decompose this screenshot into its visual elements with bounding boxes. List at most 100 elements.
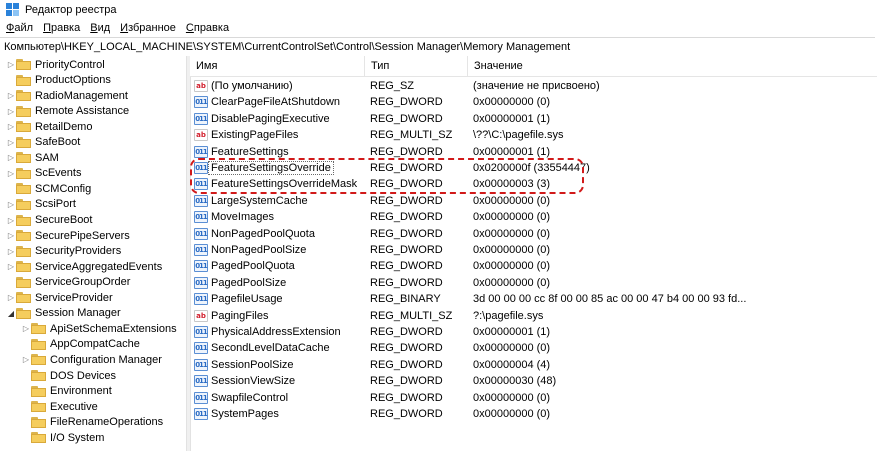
menu-item[interactable]: Избранное [120, 22, 176, 34]
value-row[interactable]: 011 SwapfileControl REG_DWORD 0x00000000 (0… [190, 390, 877, 406]
value-row[interactable]: 011 FeatureSettingsOverrideMask REG_DWORD 0… [190, 176, 877, 192]
tree-item[interactable]: ▷ ScsiPort [6, 197, 76, 212]
chevron-right-icon[interactable]: ▷ [6, 244, 16, 259]
value-row[interactable]: 011 PhysicalAddressExtension REG_DWORD 0x00… [190, 324, 877, 340]
address-path[interactable]: Компьютер\HKEY_LOCAL_MACHINE\SYSTEM\Curr… [4, 41, 570, 53]
value-row[interactable]: ab (По умолчанию) REG_SZ (значение не присв… [190, 78, 877, 94]
value-row[interactable]: 011 PagedPoolSize REG_DWORD 0x00000000 (0) [190, 275, 877, 291]
value-row[interactable]: 011 SessionViewSize REG_DWORD 0x00000030 (4… [190, 373, 877, 389]
value-row[interactable]: 011 ClearPageFileAtShutdown REG_DWORD 0x000… [190, 94, 877, 110]
chevron-right-icon[interactable]: ▷ [6, 150, 16, 165]
title-bar: Редактор реестра [0, 0, 877, 19]
value-row[interactable]: 011 FeatureSettingsOverride REG_DWORD 0x020… [190, 160, 877, 176]
value-row[interactable]: 011 FeatureSettings REG_DWORD 0x00000001 (1… [190, 144, 877, 160]
tree-item[interactable]: ▷ RetailDemo [6, 119, 93, 134]
expander-placeholder [6, 275, 16, 290]
tree-item-label: Session Manager [35, 307, 121, 320]
value-data: 0x00000001 (1) [473, 112, 551, 125]
expander-placeholder [21, 368, 31, 383]
value-row[interactable]: 011 DisablePagingExecutive REG_DWORD 0x0000… [190, 111, 877, 127]
value-name-cell: ab (По умолчанию) [194, 78, 293, 94]
value-row[interactable]: 011 MoveImages REG_DWORD 0x00000000 (0) [190, 209, 877, 225]
tree-item[interactable]: ServiceGroupOrder [6, 275, 130, 290]
value-row[interactable]: 011 LargeSystemCache REG_DWORD 0x00000000 (… [190, 193, 877, 209]
tree-item[interactable]: ▷ Remote Assistance [6, 104, 129, 119]
menu-item[interactable]: Справка [186, 22, 229, 34]
tree-item-label: ScsiPort [35, 198, 76, 211]
value-data: 0x00000000 (0) [473, 260, 551, 273]
value-row[interactable]: 011 SecondLevelDataCache REG_DWORD 0x000000… [190, 340, 877, 356]
binary-value-icon: 011 [194, 276, 208, 289]
tree-item[interactable]: ProductOptions [6, 73, 111, 88]
tree-item[interactable]: ▷ ApiSetSchemaExtensions [21, 321, 177, 336]
value-row[interactable]: ab PagingFiles REG_MULTI_SZ ?:\pagefile.sys [190, 308, 877, 324]
chevron-right-icon[interactable]: ▷ [21, 352, 31, 367]
menu-accelerator: В [90, 21, 98, 34]
chevron-right-icon[interactable]: ▷ [6, 213, 16, 228]
value-name-cell: 011 SecondLevelDataCache [194, 340, 330, 356]
chevron-right-icon[interactable]: ▷ [6, 166, 16, 181]
menu-item[interactable]: Файл [6, 22, 33, 34]
chevron-right-icon[interactable]: ▷ [6, 104, 16, 119]
chevron-right-icon[interactable]: ▷ [6, 290, 16, 305]
chevron-right-icon[interactable]: ▷ [6, 197, 16, 212]
chevron-right-icon[interactable]: ▷ [21, 321, 31, 336]
chevron-right-icon[interactable]: ▷ [6, 88, 16, 103]
value-type: REG_DWORD [370, 276, 443, 289]
value-row[interactable]: 011 PagedPoolQuota REG_DWORD 0x00000000 (0) [190, 258, 877, 274]
chevron-down-icon[interactable]: ◢ [6, 306, 16, 321]
tree-item[interactable]: ▷ SafeBoot [6, 135, 80, 150]
tree-item[interactable]: I/O System [21, 430, 104, 445]
tree-item[interactable]: ▷ ServiceProvider [6, 290, 113, 305]
address-bar[interactable]: Компьютер\HKEY_LOCAL_MACHINE\SYSTEM\Curr… [0, 37, 875, 57]
value-type: REG_DWORD [370, 260, 443, 273]
menu-item[interactable]: Вид [90, 22, 110, 34]
column-header-name[interactable]: Имя [190, 56, 364, 76]
tree-item-label: SCMConfig [35, 182, 92, 195]
tree-item[interactable]: ▷ ServiceAggregatedEvents [6, 259, 162, 274]
tree-item[interactable]: AppCompatCache [21, 337, 140, 352]
tree-item[interactable]: DOS Devices [21, 368, 116, 383]
chevron-right-icon[interactable]: ▷ [6, 228, 16, 243]
menu-accelerator: С [185, 21, 194, 34]
value-row[interactable]: 011 SystemPages REG_DWORD 0x00000000 (0) [190, 406, 877, 422]
column-header-data[interactable]: Значение [468, 56, 868, 76]
tree-item[interactable]: ◢ Session Manager [6, 306, 121, 321]
tree-item[interactable]: ▷ SecurityProviders [6, 244, 121, 259]
binary-value-icon: 011 [194, 112, 208, 125]
value-row[interactable]: 011 SessionPoolSize REG_DWORD 0x00000004 (4… [190, 357, 877, 373]
tree-item[interactable]: ▷ ScEvents [6, 166, 82, 181]
tree-item[interactable]: SCMConfig [6, 181, 91, 196]
value-row[interactable]: 011 NonPagedPoolQuota REG_DWORD 0x00000000 … [190, 226, 877, 242]
menu-item[interactable]: Правка [43, 22, 80, 34]
value-data: 0x00000000 (0) [473, 391, 551, 404]
tree-item[interactable]: ▷ SAM [6, 150, 59, 165]
value-name: PagedPoolSize [211, 276, 287, 289]
tree-item[interactable]: ▷ PriorityControl [6, 57, 105, 72]
folder-icon [16, 121, 32, 133]
chevron-right-icon[interactable]: ▷ [6, 135, 16, 150]
folder-icon [31, 385, 47, 397]
chevron-right-icon[interactable]: ▷ [6, 57, 16, 72]
binary-value-icon: 011 [194, 194, 208, 207]
chevron-right-icon[interactable]: ▷ [6, 119, 16, 134]
tree-item[interactable]: ▷ SecurePipeServers [6, 228, 130, 243]
tree-item[interactable]: FileRenameOperations [21, 415, 163, 430]
tree-item[interactable]: ▷ RadioManagement [6, 88, 128, 103]
tree-item[interactable]: ▷ Configuration Manager [21, 352, 162, 367]
key-tree[interactable]: ▷ PriorityControl ProductOptions ▷ RadioMana… [0, 56, 186, 451]
chevron-right-icon[interactable]: ▷ [6, 259, 16, 274]
value-row[interactable]: ab ExistingPageFiles REG_MULTI_SZ \??\C:\pa… [190, 127, 877, 143]
value-type: REG_DWORD [370, 391, 443, 404]
tree-item[interactable]: Executive [21, 399, 98, 414]
tree-item[interactable]: ▷ SecureBoot [6, 213, 93, 228]
value-row[interactable]: 011 NonPagedPoolSize REG_DWORD 0x00000000 (… [190, 242, 877, 258]
tree-item[interactable]: Environment [21, 384, 112, 399]
folder-icon [31, 401, 47, 413]
value-row[interactable]: 011 PagefileUsage REG_BINARY 3d 00 00 00 cc… [190, 291, 877, 307]
value-name: (По умолчанию) [211, 80, 293, 92]
folder-icon [16, 105, 32, 117]
values-list[interactable]: Имя Тип Значение ab (По умолчанию) REG_SZ(… [190, 56, 877, 451]
tree-item-label: ServiceGroupOrder [35, 276, 131, 289]
column-header-type[interactable]: Тип [365, 56, 467, 76]
